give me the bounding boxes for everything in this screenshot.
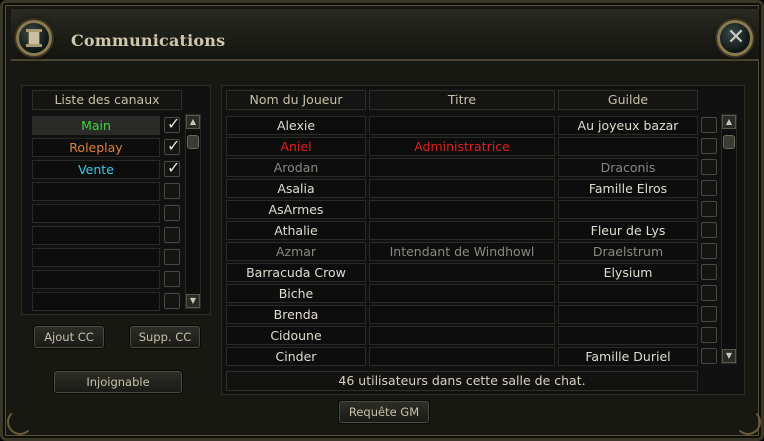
corner-ornament-right — [735, 409, 761, 435]
player-name-cell: Athalie — [226, 221, 366, 240]
player-guild-cell: Draelstrum — [558, 242, 698, 261]
channel-label: Roleplay — [69, 140, 123, 155]
title-bar[interactable]: Communications — [11, 9, 759, 61]
gm-request-button[interactable]: Requête GM — [339, 401, 429, 423]
channel-checkbox[interactable] — [164, 205, 180, 221]
player-title-cell — [369, 200, 555, 219]
player-checkbox[interactable] — [701, 306, 717, 322]
channel-scrollbar[interactable]: ▲ ▼ — [185, 114, 201, 309]
player-guild-cell: Famille Elros — [558, 179, 698, 198]
player-guild-cell — [558, 200, 698, 219]
channel-item[interactable] — [32, 226, 160, 245]
player-name-cell: Cinder — [226, 347, 366, 366]
player-guild-cell: Famille Duriel — [558, 347, 698, 366]
player-name-cell: Biche — [226, 284, 366, 303]
player-name-cell: Barracuda Crow — [226, 263, 366, 282]
player-guild-cell — [558, 326, 698, 345]
player-checkbox[interactable] — [701, 159, 717, 175]
player-checkbox[interactable] — [701, 348, 717, 364]
channel-item[interactable] — [32, 182, 160, 201]
channel-checkbox[interactable]: ✓ — [164, 114, 181, 133]
channel-checkbox[interactable] — [164, 183, 180, 199]
player-title-cell — [369, 326, 555, 345]
channel-checkbox[interactable] — [164, 249, 180, 265]
player-guild-cell: Fleur de Lys — [558, 221, 698, 240]
player-name-cell: AsArmes — [226, 200, 366, 219]
chevron-up-icon[interactable]: ▲ — [722, 115, 736, 129]
user-count-status: 46 utilisateurs dans cette salle de chat… — [226, 371, 698, 391]
channel-checkbox[interactable] — [164, 271, 180, 287]
column-header-title[interactable]: Titre — [369, 90, 555, 110]
player-checkbox[interactable] — [701, 243, 717, 259]
player-checkbox[interactable] — [701, 264, 717, 280]
player-guild-cell — [558, 284, 698, 303]
player-name-cell: Brenda — [226, 305, 366, 324]
checkmark-icon: ✓ — [167, 136, 181, 155]
channel-checkbox[interactable]: ✓ — [164, 158, 181, 177]
player-title-cell — [369, 284, 555, 303]
chevron-down-icon[interactable]: ▼ — [722, 349, 736, 363]
player-checkbox[interactable] — [701, 327, 717, 343]
player-guild-cell — [558, 137, 698, 156]
player-title-cell — [369, 263, 555, 282]
player-checkbox[interactable] — [701, 138, 717, 154]
player-title-cell — [369, 158, 555, 177]
unreachable-toggle-button[interactable]: Injoignable — [54, 371, 182, 393]
player-title-cell: Administratrice — [369, 137, 555, 156]
checkmark-icon: ✓ — [167, 114, 181, 133]
remove-channel-button[interactable]: Supp. CC — [130, 326, 200, 348]
player-title-cell: Intendant de Windhowl — [369, 242, 555, 261]
window-title: Communications — [71, 31, 226, 50]
player-title-cell — [369, 305, 555, 324]
scroll-thumb[interactable] — [187, 135, 199, 149]
channel-item[interactable] — [32, 204, 160, 223]
player-guild-cell: Au joyeux bazar — [558, 116, 698, 135]
player-title-cell — [369, 347, 555, 366]
player-title-cell — [369, 221, 555, 240]
player-name-cell: Cidoune — [226, 326, 366, 345]
channel-item[interactable]: Main — [32, 116, 160, 135]
checkmark-icon: ✓ — [167, 158, 181, 177]
player-name-cell: Alexie — [226, 116, 366, 135]
channel-item[interactable] — [32, 292, 160, 311]
channel-item[interactable]: Vente — [32, 160, 160, 179]
player-checkbox[interactable] — [701, 180, 717, 196]
channel-checkbox[interactable] — [164, 293, 180, 309]
player-checkbox[interactable] — [701, 117, 717, 133]
player-title-cell — [369, 116, 555, 135]
column-header-player-name[interactable]: Nom du Joueur — [226, 90, 366, 110]
channel-item[interactable]: Roleplay — [32, 138, 160, 157]
player-guild-cell — [558, 305, 698, 324]
player-checkbox[interactable] — [701, 222, 717, 238]
player-checkbox[interactable] — [701, 201, 717, 217]
player-title-cell — [369, 179, 555, 198]
corner-ornament-left — [7, 409, 33, 435]
close-icon[interactable]: ✕ — [717, 20, 753, 56]
chevron-up-icon[interactable]: ▲ — [186, 115, 200, 129]
channel-item[interactable] — [32, 248, 160, 267]
channel-label: Vente — [78, 162, 114, 177]
communications-window: Communications ✕ Liste des canaux Main ✓ R… — [0, 0, 764, 441]
channel-list-header: Liste des canaux — [32, 90, 182, 110]
player-guild-cell: Draconis — [558, 158, 698, 177]
channel-item[interactable] — [32, 270, 160, 289]
add-channel-button[interactable]: Ajout CC — [34, 326, 104, 348]
player-checkbox[interactable] — [701, 285, 717, 301]
player-name-cell: Asalia — [226, 179, 366, 198]
player-name-cell: Arodan — [226, 158, 366, 177]
player-scrollbar[interactable]: ▲ ▼ — [721, 114, 737, 364]
player-guild-cell: Elysium — [558, 263, 698, 282]
scroll-thumb[interactable] — [723, 135, 735, 149]
channel-checkbox[interactable] — [164, 227, 180, 243]
scroll-icon — [16, 20, 52, 56]
player-name-cell: Azmar — [226, 242, 366, 261]
player-name-cell: Aniel — [226, 137, 366, 156]
channel-checkbox[interactable]: ✓ — [164, 136, 181, 155]
chevron-down-icon[interactable]: ▼ — [186, 294, 200, 308]
channel-label: Main — [81, 118, 111, 133]
column-header-guild[interactable]: Guilde — [558, 90, 698, 110]
